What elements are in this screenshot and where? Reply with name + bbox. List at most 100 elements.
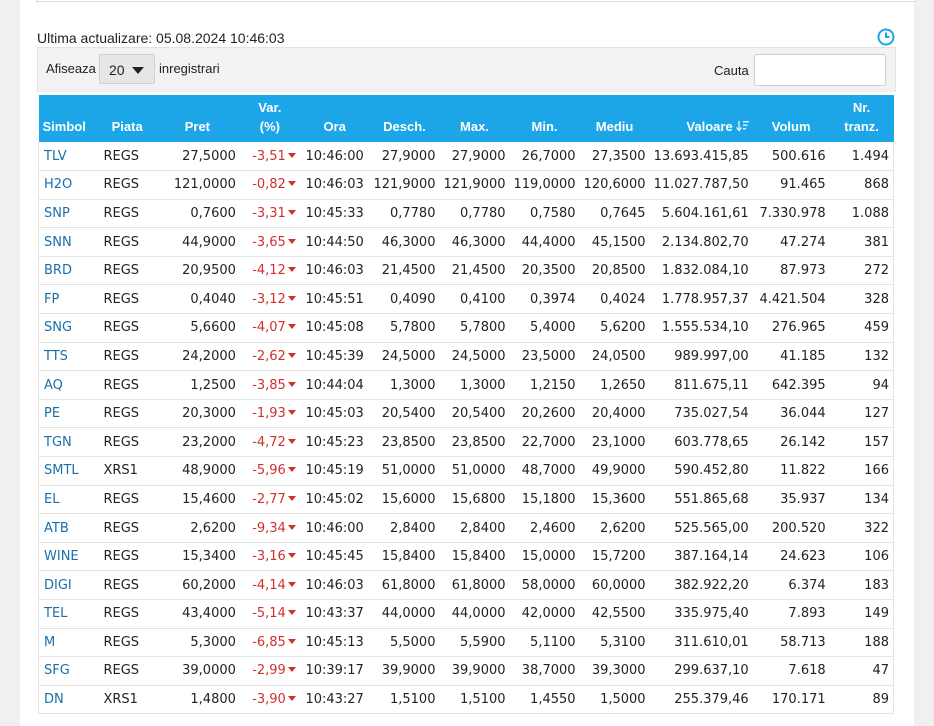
cell-volume-text: 7.893 (788, 606, 826, 622)
cell-high-text: 39,9000 (451, 663, 506, 679)
cell-symbol[interactable]: ATB (38, 513, 100, 543)
cell-time: 10:45:45 (299, 542, 370, 572)
cell-market-text: XRS1 (103, 692, 138, 708)
cell-high: 20,5400 (439, 399, 510, 429)
column-header-price[interactable]: Pret (154, 95, 240, 142)
cell-open: 15,8400 (369, 542, 440, 572)
arrow-down-icon (287, 696, 296, 702)
cell-symbol-text: SNP (44, 205, 70, 221)
table-row[interactable]: H2O REGS 121,0000 -0,82 10:46:03 121,9000 121,… (38, 170, 894, 200)
table-row[interactable]: M REGS 5,3000 -6,85 10:45:13 5,5000 5,5900 5,11… (38, 628, 894, 658)
cell-symbol[interactable]: FP (38, 284, 100, 315)
table-row[interactable]: TGN REGS 23,2000 -4,72 10:45:23 23,8500 23,850… (38, 427, 894, 458)
table-row[interactable]: BRD REGS 20,9500 -4,12 10:46:03 21,4500 21,450… (38, 256, 894, 286)
cell-symbol[interactable]: TEL (38, 599, 100, 629)
table-row[interactable]: DN XRS1 1,4800 -3,90 10:43:27 1,5100 1,5100 1,4… (38, 685, 894, 715)
cell-symbol-text: FP (44, 291, 60, 307)
cell-symbol[interactable]: M (38, 628, 100, 658)
column-header-change[interactable]: Var. (%) (239, 95, 300, 142)
cell-high: 0,7780 (439, 199, 510, 229)
cell-time: 10:46:00 (299, 513, 370, 543)
table-row[interactable]: FP REGS 0,4040 -3,12 10:45:51 0,4090 0,4100 0,3… (38, 284, 894, 315)
table-row[interactable]: TEL REGS 43,4000 -5,14 10:43:37 44,0000 44,000… (38, 599, 894, 629)
cell-symbol[interactable]: SMTL (38, 456, 100, 486)
column-header-label: Volum (771, 119, 811, 134)
cell-open: 39,9000 (369, 656, 440, 686)
cell-symbol[interactable]: DN (38, 685, 100, 715)
table-row[interactable]: SFG REGS 39,0000 -2,99 10:39:17 39,9000 39,900… (38, 656, 894, 686)
column-header-low[interactable]: Min. (509, 95, 580, 142)
cell-open: 27,9000 (369, 142, 440, 172)
cell-open: 5,5000 (369, 628, 440, 658)
cell-symbol[interactable]: AQ (38, 370, 100, 400)
page-size-select[interactable]: 20 (99, 54, 155, 84)
cell-low-text: 0,7580 (530, 205, 576, 221)
cell-symbol[interactable]: SFG (38, 656, 100, 686)
table-row[interactable]: SNG REGS 5,6600 -4,07 10:45:08 5,7800 5,7800 5,… (38, 313, 894, 343)
cell-symbol-text: SMTL (44, 463, 79, 479)
cell-change-text: -3,85 (252, 377, 286, 393)
column-header-value[interactable]: Valoare (649, 95, 753, 142)
cell-symbol[interactable]: DIGI (38, 570, 100, 600)
column-header-label: Valoare (686, 119, 733, 134)
cell-open-text: 44,0000 (381, 606, 436, 622)
cell-time: 10:45:03 (299, 399, 370, 429)
table-row[interactable]: WINE REGS 15,3400 -3,16 10:45:45 15,8400 15,84… (38, 542, 894, 572)
cell-symbol[interactable]: SNN (38, 227, 100, 257)
column-header-time[interactable]: Ora (299, 95, 370, 142)
table-row[interactable]: EL REGS 15,4600 -2,77 10:45:02 15,6000 15,6800… (38, 485, 894, 515)
cell-change: -4,72 (239, 427, 300, 458)
cell-symbol[interactable]: TTS (38, 342, 100, 372)
column-header-label: Mediu (595, 119, 634, 134)
column-header-volume[interactable]: Volum (752, 95, 830, 142)
clock-icon[interactable] (877, 28, 895, 46)
cell-symbol[interactable]: BRD (38, 256, 100, 286)
cell-volume: 7.330.978 (752, 199, 830, 229)
cell-time-text: 10:46:03 (305, 177, 364, 193)
cell-symbol[interactable]: PE (38, 399, 100, 429)
cell-open-text: 15,6000 (381, 491, 436, 507)
table-row[interactable]: TLV REGS 27,5000 -3,51 10:46:00 27,9000 27,900… (38, 142, 894, 172)
column-header-trades[interactable]: Nr. tranz. (829, 95, 894, 142)
cell-price-text: 15,3400 (182, 549, 236, 565)
table-row[interactable]: PE REGS 20,3000 -1,93 10:45:03 20,5400 20,5400… (38, 399, 894, 429)
cell-price-text: 0,4040 (190, 291, 236, 307)
cell-change: -3,90 (239, 685, 300, 715)
table-row[interactable]: SNP REGS 0,7600 -3,31 10:45:33 0,7780 0,7780 0,… (38, 199, 894, 229)
cell-symbol[interactable]: TGN (38, 427, 100, 458)
cell-time-text: 10:45:51 (305, 291, 364, 307)
column-header-high[interactable]: Max. (439, 95, 510, 142)
cell-change-text: -3,12 (252, 291, 286, 307)
cell-change: -3,16 (239, 542, 300, 572)
cell-symbol[interactable]: H2O (38, 170, 100, 200)
cell-market-text: REGS (103, 348, 140, 364)
column-header-market[interactable]: Piata (99, 95, 155, 142)
cell-value: 387.164,14 (649, 542, 753, 572)
cell-symbol[interactable]: TLV (38, 142, 100, 172)
cell-high-text: 24,5000 (451, 348, 506, 364)
cell-average: 39,3000 (579, 656, 650, 686)
table-row[interactable]: DIGI REGS 60,2000 -4,14 10:46:03 61,8000 61,80… (38, 570, 894, 600)
table-row[interactable]: SMTL XRS1 48,9000 -5,96 10:45:19 51,0000 51,00… (38, 456, 894, 486)
table-row[interactable]: ATB REGS 2,6200 -9,34 10:46:00 2,8400 2,8400 2,… (38, 513, 894, 543)
cell-high-text: 21,4500 (451, 263, 506, 279)
cell-symbol[interactable]: EL (38, 485, 100, 515)
column-header-symbol[interactable]: Simbol (38, 95, 100, 142)
cell-symbol[interactable]: SNP (38, 199, 100, 229)
arrow-down-icon (287, 181, 296, 187)
column-header-average[interactable]: Mediu (579, 95, 650, 142)
table-row[interactable]: AQ REGS 1,2500 -3,85 10:44:04 1,3000 1,3000 1,2… (38, 370, 894, 400)
arrow-down-icon (287, 638, 296, 644)
cell-trades-text: 132 (864, 348, 889, 364)
cell-symbol[interactable]: WINE (38, 542, 100, 572)
cell-change-text: -3,31 (252, 205, 286, 221)
search-input[interactable] (754, 54, 886, 86)
table-row[interactable]: TTS REGS 24,2000 -2,62 10:45:39 24,5000 24,500… (38, 342, 894, 372)
cell-time-text: 10:44:50 (305, 234, 364, 250)
cell-time: 10:45:51 (299, 284, 370, 315)
column-header-open[interactable]: Desch. (369, 95, 440, 142)
cell-symbol[interactable]: SNG (38, 313, 100, 343)
cell-low-text: 20,3500 (521, 263, 576, 279)
cell-symbol-text: SNN (44, 234, 72, 250)
table-row[interactable]: SNN REGS 44,9000 -3,65 10:44:50 46,3000 46,300… (38, 227, 894, 257)
